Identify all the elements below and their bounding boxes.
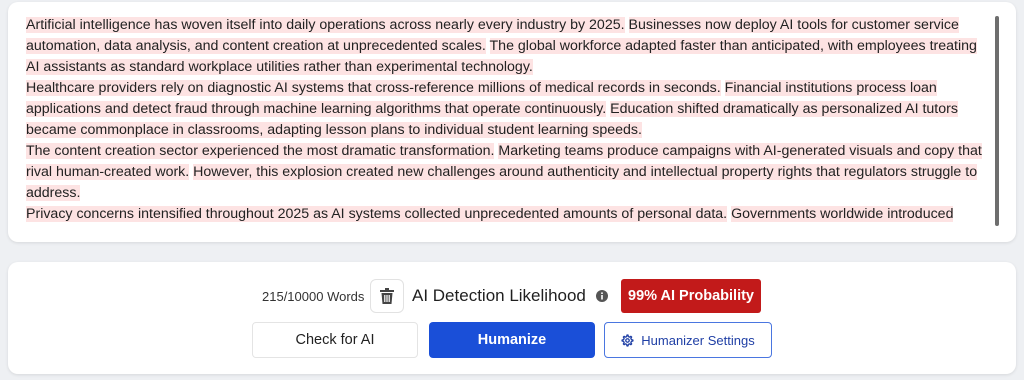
humanizer-settings-label: Humanizer Settings: [641, 332, 755, 348]
trash-icon: [380, 288, 394, 304]
highlighted-sentence: The content creation sector experienced …: [26, 143, 495, 159]
detection-controls-panel: 215/10000 Words AI Detection Likelihood …: [8, 262, 1016, 374]
highlighted-sentence: Privacy concerns intensified throughout …: [26, 206, 728, 222]
check-for-ai-button[interactable]: Check for AI: [252, 322, 418, 358]
ai-probability-badge: 99% AI Probability: [621, 279, 761, 313]
editor-paragraph: Artificial intelligence has woven itself…: [26, 15, 992, 78]
detection-title: AI Detection Likelihood: [412, 286, 586, 305]
info-icon[interactable]: [596, 290, 608, 302]
text-editor[interactable]: Artificial intelligence has woven itself…: [26, 15, 992, 227]
clear-text-button[interactable]: [370, 279, 404, 313]
humanize-button[interactable]: Humanize: [429, 322, 595, 358]
text-editor-card: Artificial intelligence has woven itself…: [8, 2, 1016, 242]
highlighted-sentence: Healthcare providers rely on diagnostic …: [26, 80, 721, 96]
gear-icon: [621, 333, 634, 347]
word-count: 215/10000 Words: [262, 289, 365, 304]
editor-paragraph: Privacy concerns intensified throughout …: [26, 204, 992, 225]
editor-scrollbar[interactable]: [995, 16, 999, 226]
editor-paragraph: Healthcare providers rely on diagnostic …: [26, 78, 992, 141]
humanizer-settings-button[interactable]: Humanizer Settings: [604, 322, 772, 358]
editor-paragraph: The content creation sector experienced …: [26, 141, 992, 204]
highlighted-sentence: Artificial intelligence has woven itself…: [26, 17, 625, 33]
highlighted-sentence: Governments worldwide introduced: [731, 206, 954, 222]
